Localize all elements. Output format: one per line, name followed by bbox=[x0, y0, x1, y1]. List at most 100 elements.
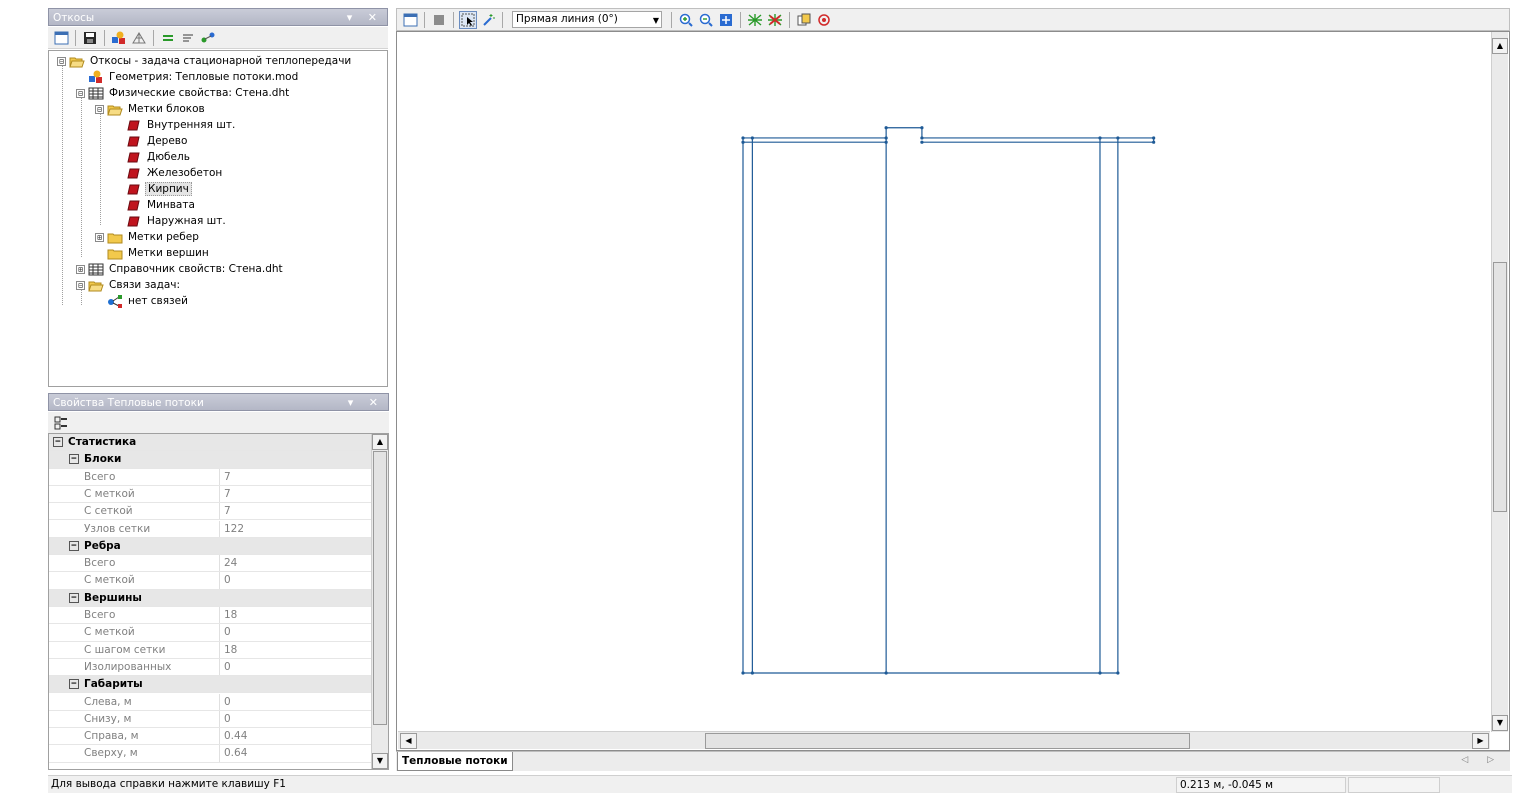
geometry-vertex[interactable] bbox=[1098, 136, 1102, 140]
tree-item-root[interactable]: ⊟ Откосы - задача стационарной теплопере… bbox=[57, 53, 353, 69]
tree-item-geometry[interactable]: Геометрия: Тепловые потоки.mod bbox=[88, 69, 300, 85]
tree-item-block-labels[interactable]: ⊟ Метки блоков bbox=[95, 101, 207, 117]
tree-item-block-label[interactable]: Дюбель bbox=[126, 149, 192, 165]
geometry-vertex[interactable] bbox=[884, 140, 888, 144]
categorized-view-icon[interactable] bbox=[52, 414, 70, 432]
scroll-up-arrow-icon[interactable]: ▲ bbox=[1492, 38, 1508, 54]
property-category[interactable]: − Статистика bbox=[49, 434, 371, 452]
copy-icon[interactable] bbox=[795, 11, 813, 29]
tree-item-task-links[interactable]: ⊟ Связи задач: bbox=[76, 277, 182, 293]
tree-item-vertex-labels[interactable]: Метки вершин bbox=[107, 245, 211, 261]
line-mode-select[interactable]: Прямая линия (0°) ▼ bbox=[512, 11, 662, 28]
scroll-thumb[interactable] bbox=[1493, 262, 1507, 512]
tab-scroll-arrows-icon[interactable]: ◁ ▷ bbox=[1461, 755, 1502, 765]
tree-item-physical-properties[interactable]: ⊟ Физические свойства: Стена.dht bbox=[76, 85, 291, 101]
equals-icon[interactable] bbox=[159, 29, 177, 47]
scroll-down-arrow-icon[interactable]: ▼ bbox=[1492, 715, 1508, 731]
tree-item-block-label[interactable]: Внутренняя шт. bbox=[126, 117, 237, 133]
geometry-vertex[interactable] bbox=[884, 136, 888, 140]
mesh-build-icon[interactable] bbox=[746, 11, 764, 29]
collapse-toggle[interactable]: ⊟ bbox=[76, 88, 85, 98]
tree-item-no-links[interactable]: нет связей bbox=[107, 293, 190, 309]
zoom-fit-icon[interactable] bbox=[717, 11, 735, 29]
props-pane-controls[interactable]: ▾ ✕ bbox=[348, 394, 384, 412]
property-category[interactable]: − Блоки bbox=[49, 451, 371, 469]
property-row[interactable]: С меткой 0 bbox=[49, 572, 371, 590]
scroll-up-arrow-icon[interactable]: ▲ bbox=[372, 434, 388, 450]
geometry-vertex[interactable] bbox=[741, 671, 745, 675]
property-row[interactable]: Изолированных 0 bbox=[49, 658, 371, 677]
geometry-vertex[interactable] bbox=[750, 671, 754, 675]
tree-item-block-label[interactable]: Железобетон bbox=[126, 165, 224, 181]
collapse-toggle[interactable]: − bbox=[69, 540, 79, 551]
canvas-horizontal-scrollbar[interactable]: ◀ ▶ bbox=[398, 731, 1490, 749]
geometry-icon[interactable] bbox=[110, 29, 128, 47]
geometry-vertex[interactable] bbox=[1116, 671, 1120, 675]
property-row[interactable]: Всего 18 bbox=[49, 607, 371, 625]
save-icon[interactable] bbox=[81, 29, 99, 47]
zoom-out-icon[interactable] bbox=[697, 11, 715, 29]
geometry-vertex[interactable] bbox=[884, 126, 888, 130]
expand-toggle[interactable]: ⊞ bbox=[76, 264, 85, 274]
tree-item-edge-labels[interactable]: ⊞ Метки ребер bbox=[95, 229, 201, 245]
tree-pane-controls[interactable]: ▾ ✕ bbox=[347, 9, 383, 27]
view-window-icon[interactable] bbox=[401, 11, 419, 29]
geometry-vertex[interactable] bbox=[920, 126, 924, 130]
geometry-vertex[interactable] bbox=[1152, 140, 1156, 144]
canvas-vertical-scrollbar[interactable]: ▲ ▼ bbox=[1491, 32, 1508, 732]
property-row[interactable]: Снизу, м 0 bbox=[49, 710, 371, 729]
collapse-toggle[interactable]: − bbox=[69, 592, 79, 603]
tab-heat-flows[interactable]: Тепловые потоки bbox=[397, 752, 513, 771]
link-icon[interactable] bbox=[199, 29, 217, 47]
property-row[interactable]: Слева, м 0 bbox=[49, 693, 371, 711]
tree-item-block-label[interactable]: Дерево bbox=[126, 133, 189, 149]
props-scrollbar[interactable]: ▲ ▼ bbox=[371, 434, 388, 769]
collapse-toggle[interactable]: ⊟ bbox=[95, 104, 104, 114]
select-icon[interactable] bbox=[459, 10, 477, 29]
filter-icon[interactable] bbox=[179, 29, 197, 47]
scroll-right-arrow-icon[interactable]: ▶ bbox=[1472, 733, 1489, 749]
scroll-thumb[interactable] bbox=[705, 733, 1190, 749]
magic-select-icon[interactable] bbox=[479, 11, 497, 29]
tree-item-property-reference[interactable]: ⊞ Справочник свойств: Стена.dht bbox=[76, 261, 285, 277]
collapse-toggle[interactable]: − bbox=[69, 454, 79, 465]
mesh-delete-icon[interactable] bbox=[766, 11, 784, 29]
geometry-vertex[interactable] bbox=[1098, 671, 1102, 675]
tree-item-block-label-selected[interactable]: Кирпич bbox=[126, 181, 192, 197]
property-row[interactable]: Всего 7 bbox=[49, 468, 371, 486]
property-row[interactable]: С меткой 7 bbox=[49, 485, 371, 504]
geometry-vertex[interactable] bbox=[741, 140, 745, 144]
property-row[interactable]: Узлов сетки 122 bbox=[49, 520, 371, 538]
property-row[interactable]: С шагом сетки 18 bbox=[49, 641, 371, 659]
zoom-in-icon[interactable] bbox=[677, 11, 695, 29]
collapse-toggle[interactable]: ⊟ bbox=[76, 280, 85, 290]
shaded-icon[interactable] bbox=[430, 11, 448, 29]
property-category[interactable]: − Габариты bbox=[49, 676, 371, 694]
geometry-vertex[interactable] bbox=[1116, 136, 1120, 140]
scroll-thumb[interactable] bbox=[373, 451, 387, 725]
tree-item-block-label[interactable]: Минвата bbox=[126, 197, 197, 213]
property-row[interactable]: С меткой 0 bbox=[49, 624, 371, 642]
property-category[interactable]: − Ребра bbox=[49, 537, 371, 556]
property-category[interactable]: − Вершины bbox=[49, 589, 371, 607]
geometry-canvas[interactable]: ▲ ▼ bbox=[396, 31, 1510, 751]
collapse-toggle[interactable]: − bbox=[53, 437, 63, 447]
new-view-icon[interactable] bbox=[52, 29, 70, 47]
snap-icon[interactable] bbox=[815, 11, 833, 29]
collapse-toggle[interactable]: − bbox=[69, 679, 79, 690]
geometry-vertex[interactable] bbox=[1152, 136, 1156, 140]
project-tree[interactable]: ⊟ Откосы - задача стационарной теплопере… bbox=[48, 50, 388, 387]
property-row[interactable]: Всего 24 bbox=[49, 555, 371, 573]
geometry-vertex[interactable] bbox=[884, 671, 888, 675]
property-row[interactable]: Справа, м 0.44 bbox=[49, 728, 371, 746]
scroll-left-arrow-icon[interactable]: ◀ bbox=[400, 733, 417, 749]
expand-toggle[interactable]: ⊞ bbox=[95, 232, 104, 242]
geometry-vertex[interactable] bbox=[741, 136, 745, 140]
geometry-vertex[interactable] bbox=[750, 136, 754, 140]
property-row[interactable]: Сверху, м 0.64 bbox=[49, 745, 371, 763]
property-row[interactable]: С сеткой 7 bbox=[49, 503, 371, 521]
collapse-toggle[interactable]: ⊟ bbox=[57, 56, 66, 66]
tree-item-block-label[interactable]: Наружная шт. bbox=[126, 213, 228, 229]
scroll-down-arrow-icon[interactable]: ▼ bbox=[372, 753, 388, 769]
geometry-drawing[interactable] bbox=[397, 32, 1489, 732]
